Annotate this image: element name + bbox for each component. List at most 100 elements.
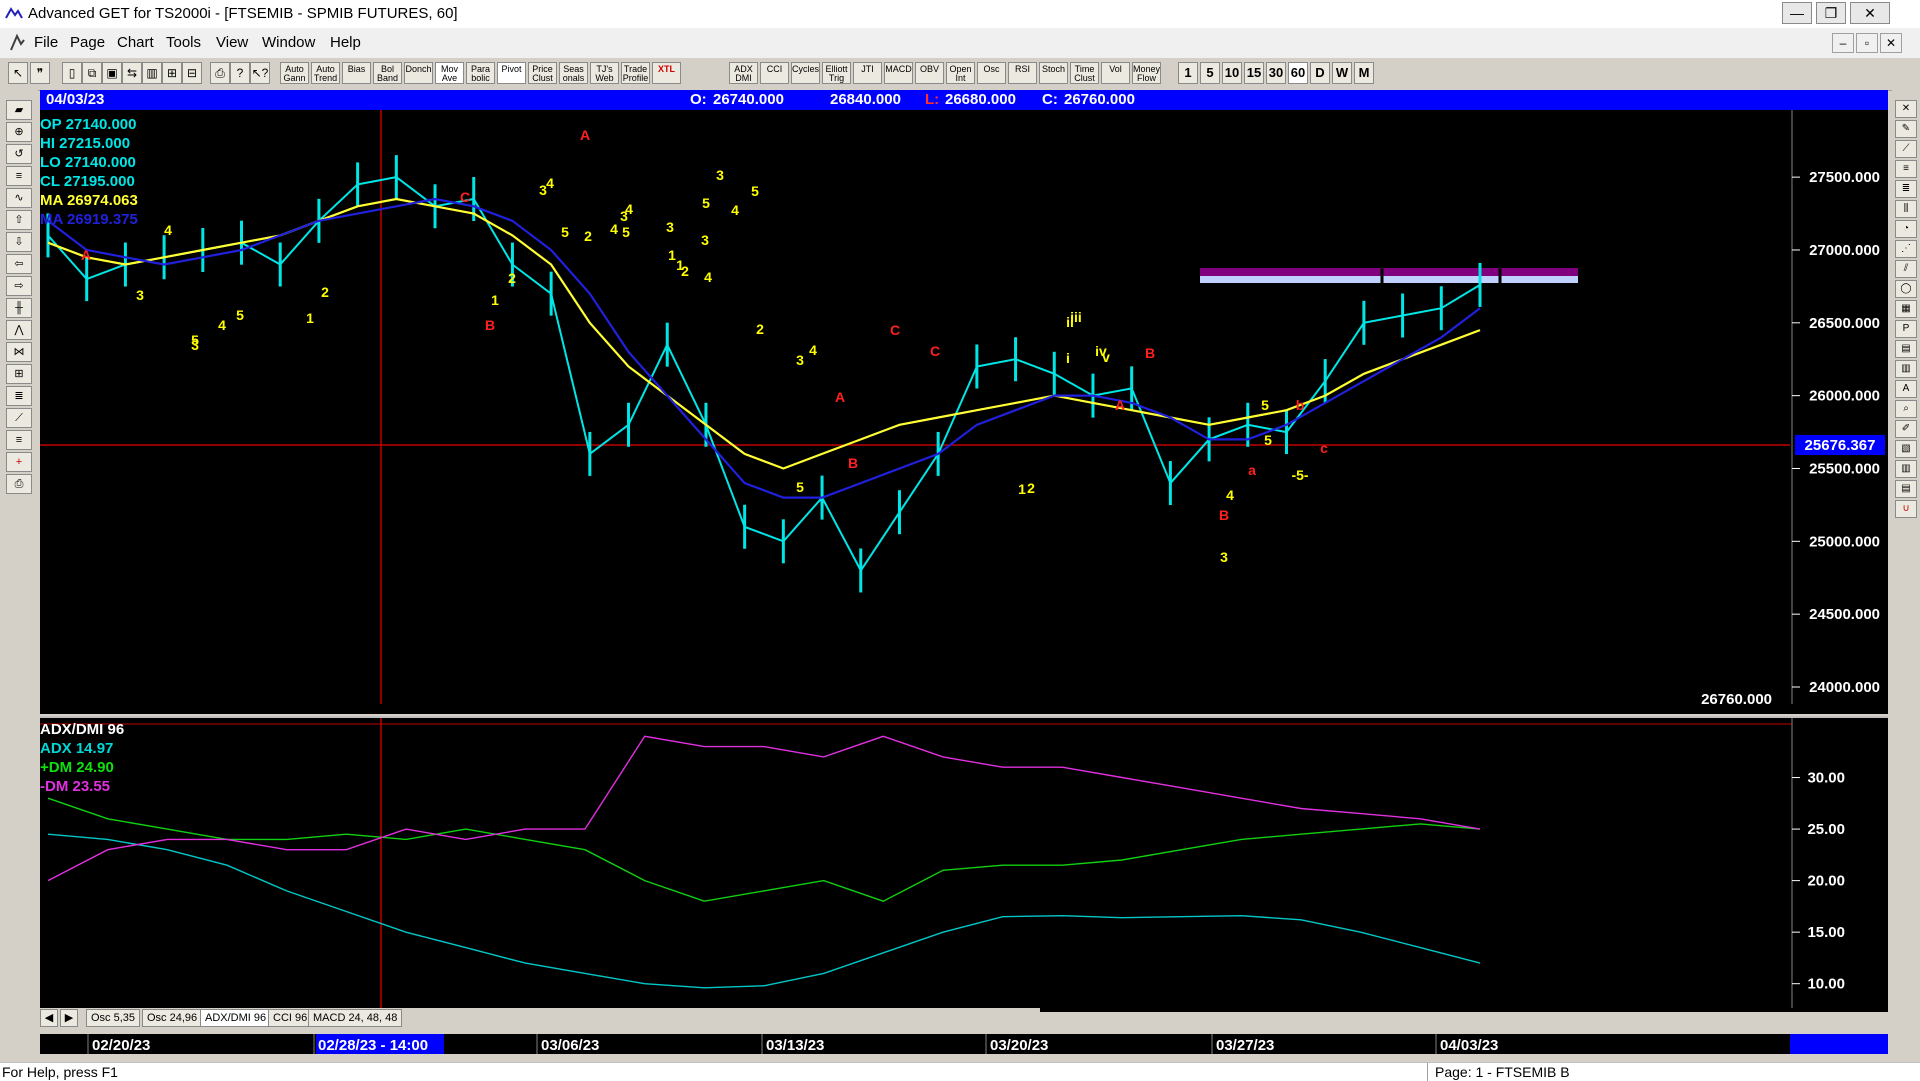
- tab-cci-96[interactable]: CCI 96: [268, 1009, 313, 1027]
- layout-icon[interactable]: ▥: [142, 62, 162, 84]
- interval-button-60[interactable]: 60: [1288, 62, 1308, 84]
- document-icon[interactable]: [8, 32, 26, 52]
- menu-window[interactable]: Window: [262, 34, 315, 51]
- trend-icon[interactable]: ⋀: [6, 320, 32, 340]
- interval-button-5[interactable]: 5: [1200, 62, 1220, 84]
- open-icon[interactable]: ▰: [6, 100, 32, 120]
- print-chart-icon[interactable]: ⎙: [6, 474, 32, 494]
- tab-scroll-right-icon[interactable]: ▶: [60, 1009, 78, 1027]
- ellipse-icon[interactable]: ◯: [1895, 280, 1917, 298]
- menu-chart[interactable]: Chart: [117, 34, 154, 51]
- tab-macd[interactable]: MACD 24, 48, 48: [308, 1009, 403, 1027]
- tab-osc-5-35[interactable]: Osc 5,35: [86, 1009, 141, 1027]
- magnet-icon[interactable]: ∪: [1895, 500, 1917, 518]
- price-chart[interactable]: 3 4 5 3 4 5 1 2 1 2 3 4 5 2 4 3 4 5 3 1 2 5 4 3 4 5 3 1 2 3 4 5 1 2 i ii iii…: [40, 110, 1888, 714]
- study-button-stoch[interactable]: Stoch: [1039, 62, 1068, 84]
- print-icon[interactable]: ⎙: [210, 62, 230, 84]
- arrow-left-icon[interactable]: ⇦: [6, 254, 32, 274]
- study-button-trade-profile[interactable]: Trade Profile: [621, 62, 650, 84]
- fib-icon[interactable]: ≡: [6, 430, 32, 450]
- zoom-icon[interactable]: ⊕: [6, 122, 32, 142]
- study-button-bol-band[interactable]: Bol Band: [373, 62, 402, 84]
- grid-icon[interactable]: ⊞: [162, 62, 182, 84]
- study-button-money-flow[interactable]: Money Flow: [1132, 62, 1161, 84]
- table-icon[interactable]: ▤: [1895, 340, 1917, 358]
- study-button-vol[interactable]: Vol: [1101, 62, 1130, 84]
- copy-page-icon[interactable]: ⧉: [82, 62, 102, 84]
- study-button-auto-trend[interactable]: Auto Trend: [311, 62, 340, 84]
- interval-button-10[interactable]: 10: [1222, 62, 1242, 84]
- gann-fan-icon[interactable]: ◔: [1895, 220, 1917, 238]
- tab-scroll-left-icon[interactable]: ◀: [40, 1009, 58, 1027]
- fib-ext-icon[interactable]: ≣: [1895, 180, 1917, 198]
- context-help-icon[interactable]: ↖?: [250, 62, 270, 84]
- columns-icon[interactable]: ▥: [1895, 460, 1917, 478]
- study-button-open-int[interactable]: Open Int: [946, 62, 975, 84]
- study-button-obv[interactable]: OBV: [915, 62, 944, 84]
- adx-dmi-svg[interactable]: 30.00 25.00 20.00 15.00 10.00: [40, 718, 1888, 1008]
- menu-help[interactable]: Help: [330, 34, 361, 51]
- gann-icon[interactable]: ⟋: [6, 408, 32, 428]
- arrow-right-icon[interactable]: ⇨: [6, 276, 32, 296]
- price-chart-svg[interactable]: 345345 12 123 45 2 4345 31254345312345 1 2iiiiii…: [40, 110, 1888, 714]
- fib-ret-icon[interactable]: ≡: [1895, 160, 1917, 178]
- study-button-pivot[interactable]: Pivot: [497, 62, 526, 84]
- arrow-down-icon[interactable]: ⇩: [6, 232, 32, 252]
- mdi-minimize-button[interactable]: –: [1832, 33, 1854, 53]
- tab-adx-dmi-96[interactable]: ADX/DMI 96: [200, 1009, 272, 1027]
- new-page-icon[interactable]: ▯: [62, 62, 82, 84]
- arrange-icon[interactable]: ⇆: [122, 62, 142, 84]
- study-button-bias[interactable]: Bias: [342, 62, 371, 84]
- elliott-icon[interactable]: ∿: [6, 188, 32, 208]
- adx-dmi-panel[interactable]: 30.00 25.00 20.00 15.00 10.00 ADX/DMI 96 ADX…: [40, 716, 1888, 1012]
- study-button-cci[interactable]: CCI: [760, 62, 789, 84]
- study-button-seasonals[interactable]: Seas onals: [559, 62, 588, 84]
- study-icon[interactable]: ≡: [6, 166, 32, 186]
- study-button-cycles[interactable]: Cycles: [791, 62, 820, 84]
- layers-icon[interactable]: ▧: [1895, 440, 1917, 458]
- fib-time-icon[interactable]: ⫼: [1895, 200, 1917, 218]
- text-icon[interactable]: A: [1895, 380, 1917, 398]
- pencil-icon[interactable]: ✎: [1895, 120, 1917, 138]
- maximize-button[interactable]: ❐: [1816, 2, 1846, 24]
- tile-icon[interactable]: ⊟: [182, 62, 202, 84]
- minimize-button[interactable]: —: [1782, 2, 1812, 24]
- fan-icon[interactable]: ⋰: [1895, 240, 1917, 258]
- compress-icon[interactable]: ⋈: [6, 342, 32, 362]
- interval-button-d[interactable]: D: [1310, 62, 1330, 84]
- study-button-macd[interactable]: MACD: [884, 62, 913, 84]
- interval-button-1[interactable]: 1: [1178, 62, 1198, 84]
- interval-button-15[interactable]: 15: [1244, 62, 1264, 84]
- study-button-time-clust[interactable]: Time Clust: [1070, 62, 1099, 84]
- study-button-mov-ave[interactable]: Mov Ave: [435, 62, 464, 84]
- crosshair-icon[interactable]: +: [6, 452, 32, 472]
- menu-file[interactable]: File: [34, 34, 58, 51]
- interval-button-m[interactable]: M: [1354, 62, 1374, 84]
- help-icon[interactable]: ?: [230, 62, 250, 84]
- notes-icon[interactable]: ▤: [1895, 480, 1917, 498]
- channel-icon[interactable]: ⫽: [1895, 260, 1917, 278]
- quote-icon[interactable]: ❞: [30, 62, 50, 84]
- study-button-adx-dmi[interactable]: ADX DMI: [729, 62, 758, 84]
- lines-icon[interactable]: ≣: [6, 386, 32, 406]
- interval-button-30[interactable]: 30: [1266, 62, 1286, 84]
- tab-osc-24-96[interactable]: Osc 24,96: [142, 1009, 203, 1027]
- pti-icon[interactable]: P: [1895, 320, 1917, 338]
- study-button-rsi[interactable]: RSI: [1008, 62, 1037, 84]
- save-icon[interactable]: ▣: [102, 62, 122, 84]
- line-draw-icon[interactable]: ⟋: [1895, 140, 1917, 158]
- mdi-close-button[interactable]: ✕: [1880, 33, 1902, 53]
- study-button-jti[interactable]: JTI: [853, 62, 882, 84]
- study-button-auto-gann[interactable]: Auto Gann: [280, 62, 309, 84]
- magnifier-icon[interactable]: ⌕: [1895, 400, 1917, 418]
- study-button-parabolic[interactable]: Para bolic: [466, 62, 495, 84]
- study-button-price-clust[interactable]: Price Clust: [528, 62, 557, 84]
- study-button-osc[interactable]: Osc: [977, 62, 1006, 84]
- mdi-restore-button[interactable]: ▫: [1856, 33, 1878, 53]
- bars-icon[interactable]: ╫: [6, 298, 32, 318]
- menu-page[interactable]: Page: [70, 34, 105, 51]
- study-button-tjs-web[interactable]: TJ's Web: [590, 62, 619, 84]
- study-button-xtl[interactable]: XTL: [652, 62, 681, 84]
- cancel-draw-icon[interactable]: ✕: [1895, 100, 1917, 118]
- grid-lines-icon[interactable]: ⊞: [6, 364, 32, 384]
